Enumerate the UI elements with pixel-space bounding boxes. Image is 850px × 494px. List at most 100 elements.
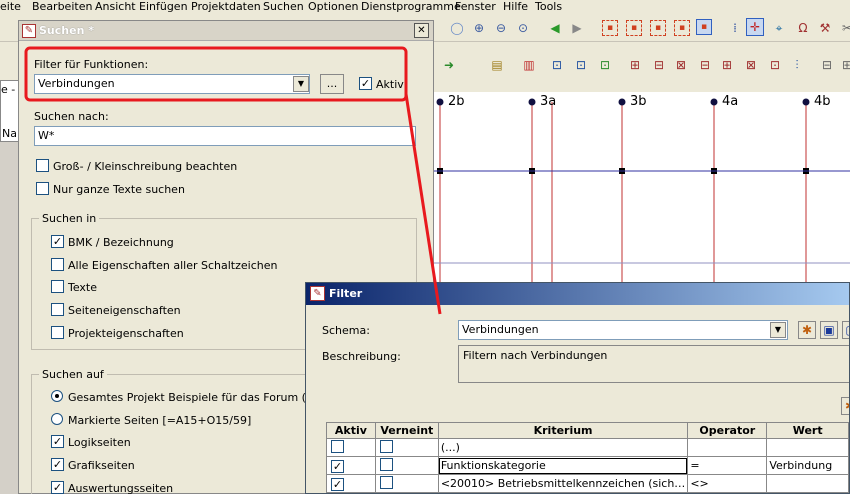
chevron-down-icon[interactable]: ▼ xyxy=(770,322,786,338)
symbol-icon[interactable]: ⊡ xyxy=(572,56,590,74)
symbol-icon[interactable]: ⊟ xyxy=(818,56,836,74)
symbol-icon[interactable]: ⊟ xyxy=(650,56,668,74)
symbol-icon[interactable]: ▪ xyxy=(650,20,666,36)
menu-item-tools[interactable]: Tools xyxy=(535,0,562,13)
table-row[interactable]: (...) xyxy=(326,438,849,457)
marked-pages-radio[interactable] xyxy=(51,413,63,425)
forward-icon[interactable]: ▶ xyxy=(568,19,586,37)
case-sensitive-checkbox[interactable] xyxy=(36,159,49,172)
row-verneint-checkbox[interactable] xyxy=(379,476,393,489)
circle-icon[interactable]: ◯ xyxy=(448,19,466,37)
new-schema-icon[interactable]: ✱ xyxy=(798,321,816,339)
description-field[interactable]: Filtern nach Verbindungen xyxy=(458,345,849,383)
cell-verneint[interactable] xyxy=(374,474,439,493)
menu-item-optionen[interactable]: Optionen xyxy=(308,0,358,13)
cell-aktiv[interactable]: ✓ xyxy=(326,474,376,493)
symbol-icon[interactable]: ⊞ xyxy=(838,56,850,74)
cell-operator[interactable]: <> xyxy=(687,474,768,493)
symbol-icon[interactable]: ⊡ xyxy=(596,56,614,74)
symbol-icon[interactable]: ⫶ xyxy=(788,56,806,74)
row-aktiv-checkbox[interactable]: ✓ xyxy=(331,459,344,473)
logic-pages-checkbox[interactable]: ✓ xyxy=(51,435,64,448)
search-input[interactable]: W* xyxy=(34,126,416,146)
symbol-icon[interactable]: ⊡ xyxy=(766,56,784,74)
drawing-canvas[interactable]: 2b 3a 3b 4a 4b xyxy=(430,92,850,292)
menu-item-projektdaten[interactable]: Projektdaten xyxy=(191,0,261,13)
zoom-in-icon[interactable]: ⊕ xyxy=(470,19,488,37)
symbol-icon[interactable]: ▪ xyxy=(602,20,618,36)
row-verneint-checkbox[interactable] xyxy=(379,440,393,453)
search-in-all-properties-checkbox[interactable] xyxy=(51,258,64,271)
arrow-icon[interactable]: ➜ xyxy=(440,56,458,74)
cell-verneint[interactable] xyxy=(374,438,439,457)
column-header-verneint[interactable]: Verneint xyxy=(374,422,439,439)
copy-icon[interactable]: ▢ xyxy=(842,321,849,339)
menu-item-hilfe[interactable]: Hilfe xyxy=(503,0,528,13)
search-in-project-properties-checkbox[interactable] xyxy=(51,326,64,339)
close-icon[interactable]: ✕ xyxy=(414,23,429,38)
cell-operator[interactable]: = xyxy=(687,456,768,475)
symbol-icon[interactable]: ⊠ xyxy=(672,56,690,74)
symbol-icon[interactable]: ⊟ xyxy=(696,56,714,74)
cell-wert[interactable]: Verbindung xyxy=(766,456,849,475)
row-verneint-checkbox[interactable] xyxy=(379,458,393,471)
zoom-out-icon[interactable]: ⊖ xyxy=(492,19,510,37)
graphic-pages-checkbox[interactable]: ✓ xyxy=(51,458,64,471)
aktiv-checkbox[interactable]: ✓ xyxy=(359,77,372,90)
symbol-icon[interactable]: ⊠ xyxy=(742,56,760,74)
evaluation-pages-checkbox[interactable]: ✓ xyxy=(51,481,64,494)
tool-icon[interactable]: ⚒ xyxy=(816,19,834,37)
search-dialog-titlebar[interactable]: ✎ Suchen * ✕ xyxy=(19,21,433,41)
cell-kriterium[interactable]: (...) xyxy=(437,438,689,457)
symbol-icon[interactable]: ▪ xyxy=(696,19,712,35)
search-in-texts-checkbox[interactable] xyxy=(51,280,64,293)
menu-item-fenster[interactable]: Fenster xyxy=(455,0,496,13)
schema-select[interactable]: Verbindungen xyxy=(458,320,788,340)
table-row[interactable]: ✓ <20010> Betriebsmittelkennzeichen (sic… xyxy=(326,474,849,493)
column-header-kriterium[interactable]: Kriterium xyxy=(437,422,689,439)
whole-text-checkbox[interactable] xyxy=(36,182,49,195)
symbol-icon[interactable]: ⊞ xyxy=(718,56,736,74)
save-icon[interactable]: ▣ xyxy=(820,321,838,339)
add-row-icon[interactable]: ✱ xyxy=(841,397,849,415)
menu-item-einfuegen[interactable]: Einfügen xyxy=(139,0,188,13)
symbol-icon[interactable]: ▪ xyxy=(674,20,690,36)
column-header-wert[interactable]: Wert xyxy=(766,422,849,439)
crosshair-icon[interactable]: ✛ xyxy=(746,18,764,36)
symbol-icon[interactable]: ⊞ xyxy=(626,56,644,74)
browse-button[interactable]: ... xyxy=(320,74,344,94)
cell-aktiv[interactable] xyxy=(326,438,376,457)
search-in-page-properties-checkbox[interactable] xyxy=(51,303,64,316)
grid-icon[interactable]: ⁞ xyxy=(726,19,744,37)
snap-icon[interactable]: ⌖ xyxy=(770,19,788,37)
cell-kriterium[interactable]: Funktionskategorie xyxy=(437,456,689,475)
window-icon[interactable]: ▤ xyxy=(488,56,506,74)
search-in-bmk-checkbox[interactable]: ✓ xyxy=(51,235,64,248)
symbol-icon[interactable]: ▪ xyxy=(626,20,642,36)
cell-wert[interactable] xyxy=(766,438,849,457)
menu-item-seite[interactable]: eite xyxy=(0,0,21,13)
chevron-down-icon[interactable]: ▼ xyxy=(293,76,309,92)
menu-item-dienstprogramme[interactable]: Dienstprogramme xyxy=(361,0,461,13)
menu-item-ansicht[interactable]: Ansicht xyxy=(95,0,136,13)
zoom-fit-icon[interactable]: ⊙ xyxy=(514,19,532,37)
column-header-operator[interactable]: Operator xyxy=(687,422,768,439)
column-header-aktiv[interactable]: Aktiv xyxy=(326,422,376,439)
table-row[interactable]: ✓ Funktionskategorie = Verbindung xyxy=(326,456,849,475)
cell-verneint[interactable] xyxy=(374,456,439,475)
menu-item-bearbeiten[interactable]: Bearbeiten xyxy=(32,0,92,13)
filter-dialog-titlebar[interactable]: ✎ Filter xyxy=(306,283,849,305)
tool-icon[interactable]: ✂ xyxy=(838,19,850,37)
row-aktiv-checkbox[interactable] xyxy=(331,440,344,453)
cell-kriterium[interactable]: <20010> Betriebsmittelkennzeichen (sich… xyxy=(437,474,689,493)
cell-aktiv[interactable]: ✓ xyxy=(326,456,376,475)
cell-operator[interactable] xyxy=(687,438,768,457)
whole-project-radio[interactable] xyxy=(51,390,63,402)
row-aktiv-checkbox[interactable]: ✓ xyxy=(331,477,344,491)
document-icon[interactable]: ▥ xyxy=(520,56,538,74)
cell-wert[interactable] xyxy=(766,474,849,493)
omega-icon[interactable]: Ω xyxy=(794,19,812,37)
back-icon[interactable]: ◀ xyxy=(546,19,564,37)
menu-item-suchen[interactable]: Suchen xyxy=(263,0,304,13)
filter-select[interactable]: Verbindungen xyxy=(34,74,310,94)
